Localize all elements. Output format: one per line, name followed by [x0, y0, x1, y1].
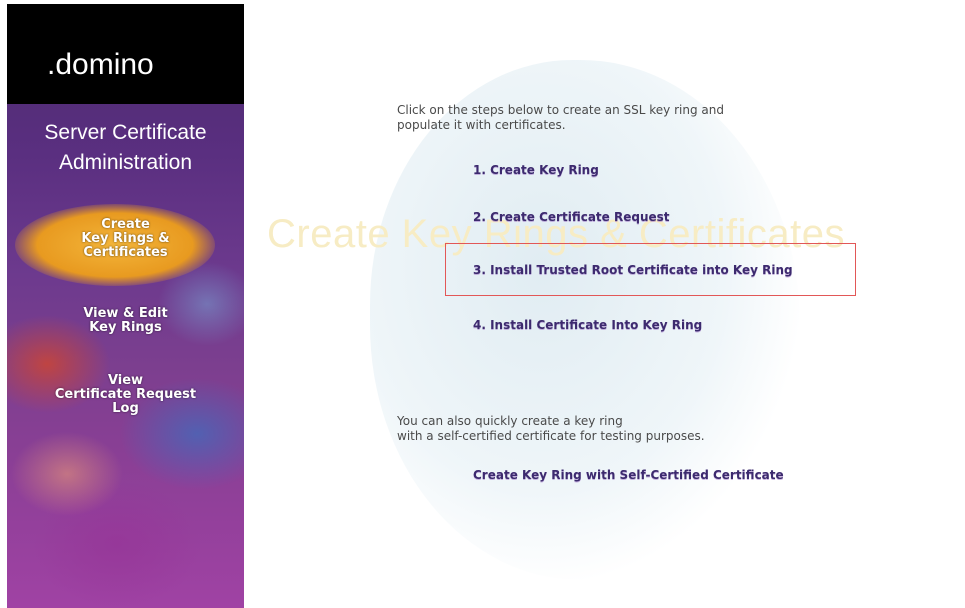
sidebar: .domino Server Certificate Administratio… — [7, 4, 244, 608]
step-4-install-certificate-link[interactable]: 4. Install Certificate Into Key Ring — [473, 318, 702, 332]
page: .domino Server Certificate Administratio… — [0, 0, 965, 608]
step-1-create-key-ring-link[interactable]: 1. Create Key Ring — [473, 163, 599, 177]
selection-highlight-box — [445, 243, 856, 296]
nav-item-view-edit-key-rings[interactable]: View & Edit Key Rings — [7, 307, 244, 335]
domino-logo: .domino — [47, 48, 154, 81]
step-2-create-certificate-request-link[interactable]: 2. Create Certificate Request — [473, 210, 670, 224]
nav-item-view-certificate-request-log[interactable]: View Certificate Request Log — [7, 374, 244, 416]
app-title: Server Certificate Administration — [44, 121, 207, 174]
create-self-certified-key-ring-link[interactable]: Create Key Ring with Self-Certified Cert… — [473, 468, 784, 482]
nav-item-create-key-rings[interactable]: Create Key Rings & Certificates — [7, 218, 244, 260]
self-certified-description: You can also quickly create a key ring w… — [397, 414, 705, 443]
logo-band: .domino — [7, 4, 244, 104]
intro-text: Click on the steps below to create an SS… — [397, 103, 724, 132]
